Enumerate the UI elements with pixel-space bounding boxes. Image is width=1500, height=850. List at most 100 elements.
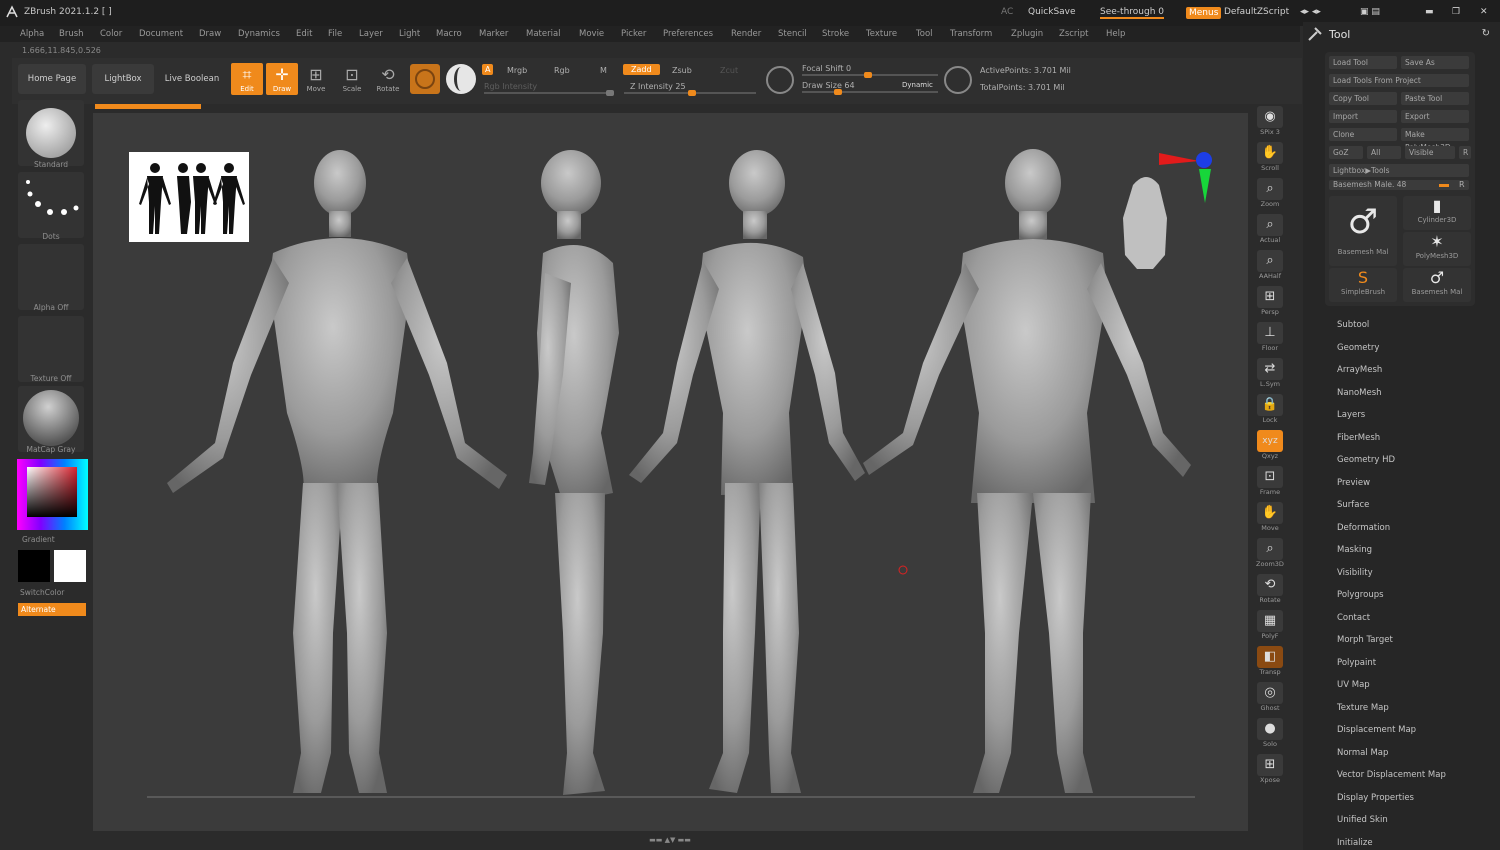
tool-btn-copy-tool[interactable]: Copy Tool (1329, 92, 1397, 105)
tool-btn-visible[interactable]: Visible (1405, 146, 1455, 159)
palette-reset-icon[interactable]: ↻ (1482, 28, 1490, 39)
stroke-picker[interactable] (18, 172, 84, 238)
material-picker[interactable] (18, 386, 84, 452)
canvas-viewport[interactable] (93, 113, 1248, 831)
tool-btn-import[interactable]: Import (1329, 110, 1397, 123)
minimize-icon[interactable]: ▬ (1425, 7, 1434, 17)
rightstrip-aahalf-button[interactable]: ⌕ AAHalf (1254, 250, 1286, 280)
move-button[interactable]: ⊞ Move (300, 63, 332, 95)
tool-menu-display-properties[interactable]: Display Properties (1337, 793, 1414, 803)
tool-menu-preview[interactable]: Preview (1337, 478, 1370, 488)
rightstrip-xyz-button[interactable]: xyz Qxyz (1254, 430, 1286, 460)
alternate-button[interactable]: Alternate (18, 603, 86, 616)
menu-transform[interactable]: Transform (950, 29, 992, 39)
scale-button[interactable]: ⊡ Scale (336, 63, 368, 95)
tool-btn-load-tool[interactable]: Load Tool (1329, 56, 1397, 69)
tool-menu-normal-map[interactable]: Normal Map (1337, 748, 1388, 758)
menu-macro[interactable]: Macro (436, 29, 462, 39)
z-intensity-slider[interactable]: Z Intensity 25 (630, 82, 686, 91)
tool-menu-subtool[interactable]: Subtool (1337, 320, 1369, 330)
menu-file[interactable]: File (328, 29, 342, 39)
menu-alpha[interactable]: Alpha (20, 29, 44, 39)
tool-btn-lightbox-tools[interactable]: Lightbox▶Tools (1329, 164, 1469, 177)
secondary-color-swatch[interactable] (54, 550, 86, 582)
menu-help[interactable]: Help (1106, 29, 1125, 39)
current-tool-slider[interactable]: Basemesh Male. 48 (1329, 180, 1469, 190)
zsub-toggle[interactable]: Zsub (672, 66, 692, 75)
tool-menu-layers[interactable]: Layers (1337, 410, 1365, 420)
rightstrip-actual-button[interactable]: ⌕ Actual (1254, 214, 1286, 244)
rightstrip-floor-button[interactable]: ⊥ Floor (1254, 322, 1286, 352)
tool-thumb[interactable]: ♂ Basemesh Mal (1403, 268, 1471, 302)
tool-menu-geometry-hd[interactable]: Geometry HD (1337, 455, 1395, 465)
rgb-intensity-slider[interactable]: Rgb Intensity (484, 82, 537, 91)
z-intensity-track[interactable] (624, 90, 756, 96)
color-picker[interactable] (17, 459, 88, 530)
orientation-gizmo[interactable] (1123, 152, 1212, 269)
menu-light[interactable]: Light (399, 29, 420, 39)
draw-size-icon[interactable] (944, 66, 972, 94)
tool-menu-fibermesh[interactable]: FiberMesh (1337, 433, 1380, 443)
tool-menu-morph-target[interactable]: Morph Target (1337, 635, 1393, 645)
rightstrip-frame-button[interactable]: ⊡ Frame (1254, 466, 1286, 496)
see-through-slider[interactable]: See-through 0 (1100, 7, 1164, 19)
rightstrip-move-button[interactable]: ✋ Move (1254, 502, 1286, 532)
rightstrip-zoom-button[interactable]: ⌕ Zoom (1254, 178, 1286, 208)
menu-movie[interactable]: Movie (579, 29, 604, 39)
layout-icon[interactable]: ◂▸ ◂▸ (1300, 7, 1321, 17)
tool-menu-unified-skin[interactable]: Unified Skin (1337, 815, 1388, 825)
home-page-button[interactable]: Home Page (18, 64, 86, 94)
menu-draw[interactable]: Draw (199, 29, 221, 39)
rightstrip-polyf-button[interactable]: ▦ PolyF (1254, 610, 1286, 640)
rightstrip-lsym-button[interactable]: ⇄ L.Sym (1254, 358, 1286, 388)
rightstrip-solo-button[interactable]: ● Solo (1254, 718, 1286, 748)
rgb-intensity-track[interactable] (484, 90, 614, 96)
default-zscript-button[interactable]: DefaultZScript (1224, 7, 1289, 17)
brush-picker[interactable] (18, 100, 84, 166)
draw-button[interactable]: ✛ Draw (266, 63, 298, 95)
menu-marker[interactable]: Marker (479, 29, 508, 39)
alpha-picker[interactable] (18, 244, 84, 310)
menu-dynamics[interactable]: Dynamics (238, 29, 280, 39)
rightstrip-scroll-button[interactable]: ✋ Scroll (1254, 142, 1286, 172)
a-toggle[interactable]: A (482, 64, 494, 75)
menu-texture[interactable]: Texture (866, 29, 897, 39)
tool-thumb[interactable]: S SimpleBrush (1329, 268, 1397, 302)
tool-menu-deformation[interactable]: Deformation (1337, 523, 1390, 533)
tool-thumb[interactable]: ✶ PolyMesh3D (1403, 232, 1471, 266)
focal-shift-icon[interactable] (766, 66, 794, 94)
color-field[interactable] (27, 467, 77, 517)
rgb-toggle[interactable]: Rgb (554, 66, 570, 75)
tool-btn-make-polymesh3d[interactable]: Make PolyMesh3D (1401, 128, 1469, 152)
tool-btn-paste-tool[interactable]: Paste Tool (1401, 92, 1469, 105)
material-preview-icon[interactable] (410, 64, 440, 94)
menu-zplugin[interactable]: Zplugin (1011, 29, 1043, 39)
zcut-toggle[interactable]: Zcut (720, 66, 738, 75)
rightstrip-ghost-button[interactable]: ◎ Ghost (1254, 682, 1286, 712)
tool-menu-uv-map[interactable]: UV Map (1337, 680, 1370, 690)
menu-preferences[interactable]: Preferences (663, 29, 713, 39)
tool-btn-save-as[interactable]: Save As (1401, 56, 1469, 69)
draw-size-slider[interactable]: Draw Size 64 (802, 81, 855, 90)
r-button[interactable]: R (1459, 180, 1465, 189)
menus-button[interactable]: Menus (1186, 7, 1222, 19)
edit-button[interactable]: ⌗ Edit (231, 63, 263, 95)
rightstrip-rotate-button[interactable]: ⟲ Rotate (1254, 574, 1286, 604)
tool-btn-goz[interactable]: GoZ (1329, 146, 1363, 159)
tool-menu-vector-displacement-map[interactable]: Vector Displacement Map (1337, 770, 1446, 780)
rotate-button[interactable]: ⟲ Rotate (372, 63, 404, 95)
tool-thumb[interactable]: ♂ Basemesh Mal (1329, 196, 1397, 266)
quicksave-button[interactable]: QuickSave (1028, 7, 1076, 17)
menu-edit[interactable]: Edit (296, 29, 312, 39)
tool-btn-r[interactable]: R (1459, 146, 1471, 159)
dynamic-toggle[interactable]: Dynamic (902, 81, 933, 89)
tool-menu-geometry[interactable]: Geometry (1337, 343, 1379, 353)
focal-shift-track[interactable] (802, 72, 938, 78)
tool-menu-nanomesh[interactable]: NanoMesh (1337, 388, 1382, 398)
tool-menu-polygroups[interactable]: Polygroups (1337, 590, 1384, 600)
menu-tool[interactable]: Tool (916, 29, 933, 39)
ui-icon[interactable]: ▣ ▤ (1360, 7, 1380, 17)
texture-picker[interactable] (18, 316, 84, 382)
tool-btn-all[interactable]: All (1367, 146, 1401, 159)
switch-color-button[interactable]: SwitchColor (12, 588, 90, 597)
